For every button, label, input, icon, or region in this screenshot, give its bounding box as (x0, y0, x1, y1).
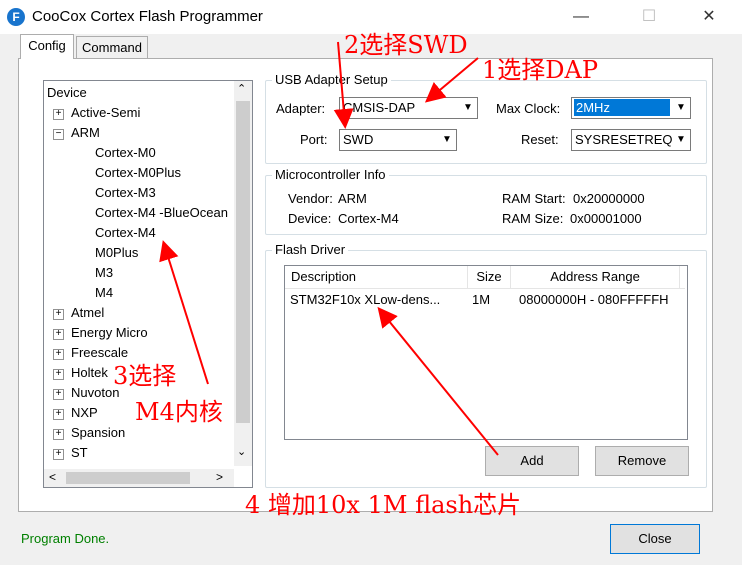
tab-config[interactable]: Config (20, 34, 74, 59)
annotation-select-m4-line1: 3选择 (113, 362, 177, 390)
annotation-select-dap: 1选择DAP (482, 56, 598, 84)
annotation-arrows (159, 41, 499, 456)
arrow-to-flash-row (377, 306, 499, 456)
arrow-to-adapter (424, 57, 479, 103)
annotation-select-m4-line2: M4内核 (135, 398, 223, 426)
annotation-add-flash: 4 增加10x 1M flash芯片 (245, 491, 522, 519)
annotation-select-swd: 2选择SWD (344, 31, 468, 59)
